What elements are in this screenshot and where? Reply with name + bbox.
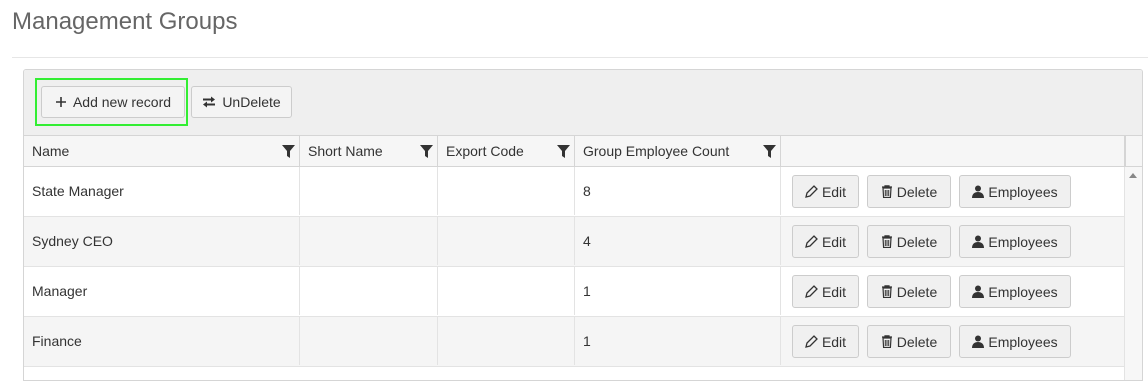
edit-button[interactable]: Edit — [792, 225, 859, 258]
grid-header: Name Short Name Export Code Group Employ… — [24, 136, 1142, 167]
cell-short-name — [300, 317, 438, 365]
undelete-label: UnDelete — [222, 94, 281, 110]
swap-arrows-icon — [203, 96, 216, 108]
header-scroll-filler — [1125, 136, 1142, 166]
cell-name: Manager — [24, 267, 300, 315]
edit-label: Edit — [821, 183, 847, 200]
user-icon — [972, 185, 985, 198]
delete-button[interactable]: Delete — [867, 175, 951, 208]
scroll-up-arrow-icon[interactable] — [1129, 173, 1137, 178]
cell-group-employee-count: 8 — [575, 167, 781, 215]
column-header-short-name[interactable]: Short Name — [300, 136, 438, 166]
column-header-label: Name — [32, 143, 70, 159]
employees-button[interactable]: Employees — [959, 275, 1071, 308]
management-groups-grid: Add new record UnDelete Name Short Name … — [23, 69, 1143, 381]
column-header-label: Short Name — [308, 143, 383, 159]
plus-icon — [55, 97, 66, 107]
column-header-group-employee-count[interactable]: Group Employee Count — [575, 136, 781, 166]
delete-button[interactable]: Delete — [867, 275, 951, 308]
grid-body: State Manager 8 Edit Delete Employees Sy… — [24, 167, 1125, 367]
edit-label: Edit — [821, 283, 847, 300]
delete-label: Delete — [896, 183, 938, 200]
trash-icon — [881, 285, 892, 298]
cell-short-name — [300, 267, 438, 315]
table-row: State Manager 8 Edit Delete Employees — [24, 167, 1125, 217]
cell-short-name — [300, 167, 438, 215]
column-header-export-code[interactable]: Export Code — [438, 136, 575, 166]
delete-label: Delete — [896, 233, 938, 250]
grid-toolbar: Add new record UnDelete — [24, 70, 1142, 136]
cell-group-employee-count: 4 — [575, 217, 781, 265]
employees-button[interactable]: Employees — [959, 225, 1071, 258]
title-divider — [12, 57, 1148, 58]
add-new-record-button[interactable]: Add new record — [41, 86, 185, 118]
filter-icon[interactable] — [420, 145, 433, 158]
trash-icon — [881, 185, 892, 198]
trash-icon — [881, 335, 892, 348]
employees-label: Employees — [988, 333, 1058, 350]
employees-label: Employees — [988, 233, 1058, 250]
table-row: Manager 1 Edit Delete Employees — [24, 267, 1125, 317]
cell-name: State Manager — [24, 167, 300, 215]
delete-button[interactable]: Delete — [867, 325, 951, 358]
cell-group-employee-count: 1 — [575, 267, 781, 315]
add-new-record-label: Add new record — [72, 94, 172, 110]
delete-label: Delete — [896, 283, 938, 300]
user-icon — [972, 285, 985, 298]
edit-label: Edit — [821, 233, 847, 250]
employees-button[interactable]: Employees — [959, 325, 1071, 358]
edit-label: Edit — [821, 333, 847, 350]
delete-label: Delete — [896, 333, 938, 350]
cell-name: Finance — [24, 317, 300, 365]
column-header-label: Export Code — [446, 143, 524, 159]
filter-icon[interactable] — [557, 145, 570, 158]
filter-icon[interactable] — [282, 145, 295, 158]
page-title: Management Groups — [12, 8, 238, 35]
table-row: Sydney CEO 4 Edit Delete Employees — [24, 217, 1125, 267]
pencil-icon — [805, 335, 818, 348]
column-header-name[interactable]: Name — [24, 136, 300, 166]
user-icon — [972, 335, 985, 348]
cell-export-code — [438, 267, 575, 315]
cell-short-name — [300, 217, 438, 265]
employees-label: Employees — [988, 183, 1058, 200]
edit-button[interactable]: Edit — [792, 275, 859, 308]
cell-export-code — [438, 317, 575, 365]
edit-button[interactable]: Edit — [792, 175, 859, 208]
employees-label: Employees — [988, 283, 1058, 300]
user-icon — [972, 235, 985, 248]
trash-icon — [881, 235, 892, 248]
cell-name: Sydney CEO — [24, 217, 300, 265]
edit-button[interactable]: Edit — [792, 325, 859, 358]
table-row: Finance 1 Edit Delete Employees — [24, 317, 1125, 367]
undelete-button[interactable]: UnDelete — [191, 86, 292, 118]
employees-button[interactable]: Employees — [959, 175, 1071, 208]
column-header-actions — [781, 136, 1125, 166]
pencil-icon — [805, 185, 818, 198]
pencil-icon — [805, 285, 818, 298]
cell-group-employee-count: 1 — [575, 317, 781, 365]
cell-export-code — [438, 167, 575, 215]
vertical-scrollbar[interactable] — [1124, 167, 1142, 380]
cell-export-code — [438, 217, 575, 265]
column-header-label: Group Employee Count — [583, 143, 730, 159]
delete-button[interactable]: Delete — [867, 225, 951, 258]
pencil-icon — [805, 235, 818, 248]
filter-icon[interactable] — [763, 145, 776, 158]
